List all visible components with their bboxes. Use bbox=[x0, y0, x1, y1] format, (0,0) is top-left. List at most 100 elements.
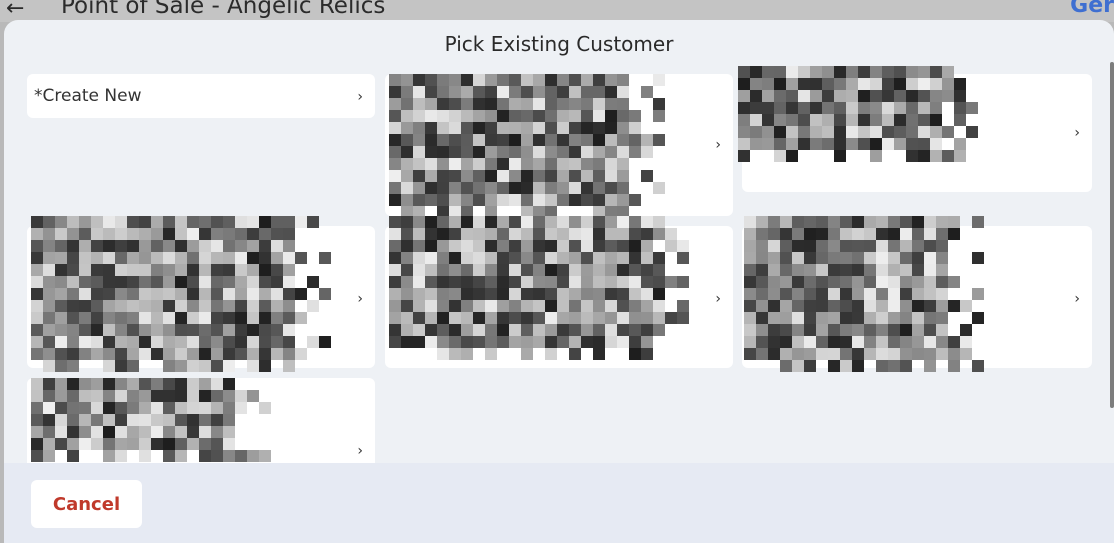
redaction-pixel bbox=[235, 216, 247, 228]
customer-card[interactable]: › bbox=[742, 216, 1092, 372]
app-bar-link[interactable]: Ger bbox=[1070, 0, 1114, 18]
redaction-pixel bbox=[79, 252, 91, 264]
redaction-pixel bbox=[906, 138, 918, 150]
redaction-pixel bbox=[425, 74, 437, 86]
redaction-pixel bbox=[163, 336, 175, 348]
redaction-pixel bbox=[852, 276, 864, 288]
redaction-pixel bbox=[780, 264, 792, 276]
redaction-pixel bbox=[888, 360, 900, 372]
redaction-pixel bbox=[139, 252, 151, 264]
redaction-pixel bbox=[774, 66, 786, 78]
customer-card[interactable]: › bbox=[385, 74, 733, 218]
scrollbar[interactable] bbox=[1110, 62, 1114, 408]
redaction-pixel bbox=[581, 276, 593, 288]
redaction-pixel bbox=[888, 336, 900, 348]
redaction-pixel bbox=[413, 300, 425, 312]
redaction-pixel bbox=[521, 312, 533, 324]
redaction-pixel bbox=[900, 348, 912, 360]
redaction-pixel bbox=[545, 240, 557, 252]
back-arrow-icon[interactable]: ← bbox=[6, 0, 24, 21]
redaction-pixel bbox=[581, 240, 593, 252]
redaction-pixel bbox=[780, 228, 792, 240]
redaction-pixel bbox=[948, 216, 960, 228]
redaction-pixel bbox=[425, 98, 437, 110]
redaction-pixel bbox=[283, 228, 295, 240]
redaction-pixel bbox=[473, 122, 485, 134]
redaction-pixel bbox=[545, 252, 557, 264]
redaction-pixel bbox=[55, 288, 67, 300]
redaction-pixel bbox=[485, 336, 497, 348]
redaction-pixel bbox=[413, 288, 425, 300]
redaction-pixel bbox=[91, 414, 103, 426]
redaction-pixel bbox=[738, 66, 750, 78]
redaction-pixel bbox=[804, 264, 816, 276]
redaction-pixel bbox=[163, 264, 175, 276]
create-new-customer-card[interactable]: *Create New › bbox=[27, 74, 375, 118]
redaction-pixel bbox=[103, 288, 115, 300]
redaction-pixel bbox=[804, 348, 816, 360]
redaction-pixel bbox=[509, 86, 521, 98]
redaction-pixel bbox=[151, 312, 163, 324]
customer-card[interactable]: › bbox=[738, 66, 1092, 192]
redaction-pixel bbox=[834, 102, 846, 114]
redaction-pixel bbox=[67, 348, 79, 360]
redaction-pixel bbox=[389, 276, 401, 288]
redaction-pixel bbox=[43, 426, 55, 438]
redaction-pixel bbox=[223, 336, 235, 348]
redaction-pixel bbox=[677, 252, 689, 264]
redaction-pixel bbox=[437, 86, 449, 98]
redaction-pixel bbox=[389, 86, 401, 98]
redaction-pixel bbox=[810, 102, 822, 114]
chevron-right-icon: › bbox=[1074, 291, 1080, 307]
redaction-pixel bbox=[413, 122, 425, 134]
redaction-pixel bbox=[175, 378, 187, 390]
redaction-pixel bbox=[413, 336, 425, 348]
redaction-pixel bbox=[473, 264, 485, 276]
redaction-pixel bbox=[509, 110, 521, 122]
redaction-pixel bbox=[617, 194, 629, 206]
redaction-pixel bbox=[389, 264, 401, 276]
redaction-pixel bbox=[509, 336, 521, 348]
redaction-pixel bbox=[593, 288, 605, 300]
redaction-pixel bbox=[199, 216, 211, 228]
redaction-pixel bbox=[677, 276, 689, 288]
redaction-pixel bbox=[271, 336, 283, 348]
redaction-pixel bbox=[211, 276, 223, 288]
redaction-pixel bbox=[653, 98, 665, 110]
redaction-pixel bbox=[175, 402, 187, 414]
redaction-pixel bbox=[127, 414, 139, 426]
redaction-pixel bbox=[593, 336, 605, 348]
cancel-button[interactable]: Cancel bbox=[31, 480, 142, 528]
redaction-pixel bbox=[948, 336, 960, 348]
redaction-pixel bbox=[557, 170, 569, 182]
redaction-pixel bbox=[55, 312, 67, 324]
redaction-pixel bbox=[858, 138, 870, 150]
customer-card[interactable]: › bbox=[27, 216, 375, 372]
redaction-pixel bbox=[846, 114, 858, 126]
redaction-pixel bbox=[942, 90, 954, 102]
redaction-pixel bbox=[533, 288, 545, 300]
redaction-pixel bbox=[912, 264, 924, 276]
redaction-pixel bbox=[936, 336, 948, 348]
redaction-pixel bbox=[924, 240, 936, 252]
redaction-pixel bbox=[163, 240, 175, 252]
redaction-pixel bbox=[738, 90, 750, 102]
redaction-pixel bbox=[473, 216, 485, 228]
redaction-pixel bbox=[533, 312, 545, 324]
redaction-pixel bbox=[593, 216, 605, 228]
redaction-pixel bbox=[449, 264, 461, 276]
redaction-pixel bbox=[31, 216, 43, 228]
redaction-pixel bbox=[912, 312, 924, 324]
redaction-pixel bbox=[521, 264, 533, 276]
redaction-pixel bbox=[449, 182, 461, 194]
redaction-pixel bbox=[259, 402, 271, 414]
redaction-pixel bbox=[593, 228, 605, 240]
redaction-pixel bbox=[497, 122, 509, 134]
redaction-pixel bbox=[888, 240, 900, 252]
redaction-pixel bbox=[557, 110, 569, 122]
redaction-pixel bbox=[103, 450, 115, 462]
customer-card[interactable]: › bbox=[385, 216, 733, 368]
redaction-pixel bbox=[834, 150, 846, 162]
redaction-pixel bbox=[461, 276, 473, 288]
redaction-pixel bbox=[199, 378, 211, 390]
